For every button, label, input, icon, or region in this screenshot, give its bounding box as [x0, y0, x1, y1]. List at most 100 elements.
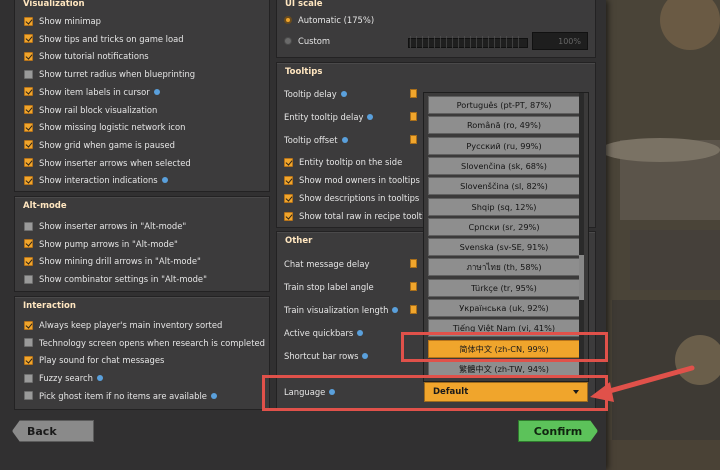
checkbox-row[interactable]: Play sound for chat messages — [24, 353, 164, 367]
checkbox-unchecked-icon[interactable] — [24, 274, 33, 284]
checkbox-row[interactable]: Entity tooltip on the side — [284, 155, 402, 169]
checkbox-label: Show rail block visualization — [39, 104, 158, 115]
checkbox-unchecked-icon[interactable] — [24, 221, 33, 231]
checkbox-checked-icon[interactable] — [24, 122, 33, 132]
checkbox-label: Always keep player's main inventory sort… — [39, 320, 223, 330]
checkbox-checked-icon[interactable] — [284, 175, 293, 185]
checkbox-checked-icon[interactable] — [24, 105, 33, 114]
chat-message-delay-label: Chat message delay — [284, 259, 370, 269]
back-button-label: Back — [27, 424, 57, 438]
radio-off-icon — [284, 37, 292, 45]
checkbox-checked-icon[interactable] — [284, 211, 293, 221]
train-stop-label-angle-slider[interactable] — [410, 282, 417, 291]
checkbox-checked-icon[interactable] — [24, 320, 33, 330]
ui-scale-custom-label: Custom — [298, 36, 331, 46]
checkbox-row[interactable]: Show inserter arrows when selected — [24, 156, 191, 170]
checkbox-row[interactable]: Show grid when game is paused — [24, 138, 175, 152]
checkbox-checked-icon[interactable] — [24, 158, 33, 168]
checkbox-checked-icon[interactable] — [24, 355, 33, 365]
confirm-button-label: Confirm — [533, 424, 583, 438]
checkbox-row[interactable]: Show rail block visualization — [24, 103, 157, 117]
language-option[interactable]: Slovenščina (sl, 82%) — [428, 177, 580, 196]
ui-scale-title: UI scale — [285, 0, 323, 9]
interaction-title: Interaction — [23, 301, 76, 311]
checkbox-checked-icon[interactable] — [284, 157, 293, 167]
language-option[interactable]: Українська (uk, 92%) — [428, 299, 580, 317]
checkbox-checked-icon[interactable] — [24, 175, 33, 185]
checkbox-row[interactable]: Always keep player's main inventory sort… — [24, 318, 222, 332]
language-option[interactable]: Svenska (sv-SE, 91%) — [428, 238, 580, 257]
checkbox-checked-icon[interactable] — [24, 256, 33, 266]
checkbox-checked-icon[interactable] — [24, 87, 33, 97]
checkbox-label: Show mod owners in tooltips — [299, 175, 420, 185]
checkbox-label: Show interaction indications — [39, 175, 158, 186]
ui-scale-custom-field[interactable]: 100% — [532, 32, 588, 50]
checkbox-row[interactable]: Show minimap — [24, 14, 101, 28]
language-option[interactable]: ภาษาไทย (th, 58%) — [428, 258, 580, 277]
ui-scale-automatic-radio[interactable]: Automatic (175%) — [284, 13, 374, 27]
checkbox-label: Show inserter arrows when selected — [39, 157, 191, 168]
checkbox-row[interactable]: Show mod owners in tooltips — [284, 173, 420, 187]
annotation-arrow-icon — [590, 365, 695, 402]
checkbox-label: Show inserter arrows in "Alt-mode" — [39, 221, 187, 231]
language-option[interactable]: Română (ro, 49%) — [428, 116, 580, 135]
language-option[interactable]: Српски (sr, 29%) — [428, 217, 580, 236]
info-icon — [153, 88, 160, 95]
checkbox-row[interactable]: Show total raw in recipe tooltips — [284, 209, 434, 223]
checkbox-unchecked-icon[interactable] — [24, 69, 33, 79]
checkbox-row[interactable]: Show interaction indications — [24, 173, 168, 187]
ui-scale-slider-ticks — [410, 36, 524, 48]
checkbox-row[interactable]: Show mining drill arrows in "Alt-mode" — [24, 254, 201, 268]
checkbox-row[interactable]: Show combinator settings in "Alt-mode" — [24, 272, 207, 286]
tooltip-offset-label: Tooltip offset — [284, 135, 348, 145]
confirm-button[interactable]: Confirm — [518, 420, 598, 442]
checkbox-unchecked-icon[interactable] — [24, 373, 33, 383]
checkbox-checked-icon[interactable] — [24, 16, 33, 26]
info-icon — [210, 392, 217, 399]
checkbox-checked-icon[interactable] — [24, 140, 33, 150]
checkbox-unchecked-icon[interactable] — [24, 391, 33, 401]
language-option[interactable]: Shqip (sq, 12%) — [428, 197, 580, 216]
checkbox-row[interactable]: Show tutorial notifications — [24, 49, 149, 63]
checkbox-checked-icon[interactable] — [284, 193, 293, 203]
tooltips-title: Tooltips — [285, 67, 323, 77]
checkbox-row[interactable]: Show item labels in cursor — [24, 85, 160, 99]
tooltip-delay-slider[interactable] — [410, 89, 417, 98]
language-option[interactable]: Türkçe (tr, 95%) — [428, 278, 580, 297]
checkbox-row[interactable]: Technology screen opens when research is… — [24, 336, 265, 350]
checkbox-label: Show tutorial notifications — [39, 51, 149, 62]
shortcut-bar-rows-label: Shortcut bar rows — [284, 351, 369, 361]
checkbox-row[interactable]: Show missing logistic network icon — [24, 120, 185, 134]
entity-tooltip-delay-slider[interactable] — [410, 112, 417, 121]
language-option[interactable]: Português (pt-PT, 87%) — [428, 96, 580, 114]
tooltip-delay-label: Tooltip delay — [284, 89, 347, 99]
highlight-box-language-option — [401, 332, 608, 362]
language-list-scrollbar-thumb[interactable] — [579, 255, 584, 300]
checkbox-row[interactable]: Pick ghost item if no items are availabl… — [24, 389, 217, 403]
info-icon — [340, 91, 347, 97]
checkbox-unchecked-icon[interactable] — [24, 338, 33, 348]
language-option[interactable]: Русский (ru, 99%) — [428, 136, 580, 155]
train-visualization-length-slider[interactable] — [410, 305, 417, 314]
checkbox-checked-icon[interactable] — [24, 51, 33, 61]
checkbox-label: Show combinator settings in "Alt-mode" — [39, 274, 207, 285]
back-button[interactable]: Back — [12, 420, 94, 442]
ui-scale-custom-radio[interactable]: Custom — [284, 34, 330, 48]
info-icon — [161, 177, 168, 184]
checkbox-checked-icon[interactable] — [24, 239, 33, 249]
language-option[interactable]: Slovenčina (sk, 68%) — [428, 156, 580, 175]
checkbox-row[interactable]: Show tips and tricks on game load — [24, 32, 184, 46]
checkbox-row[interactable]: Show inserter arrows in "Alt-mode" — [24, 219, 186, 233]
checkbox-label: Show mining drill arrows in "Alt-mode" — [39, 256, 201, 267]
checkbox-checked-icon[interactable] — [24, 34, 33, 44]
info-icon — [362, 353, 369, 359]
tooltip-offset-slider[interactable] — [410, 135, 417, 144]
train-visualization-length-label: Train visualization length — [284, 305, 399, 315]
checkbox-row[interactable]: Show descriptions in tooltips — [284, 191, 419, 205]
ui-scale-custom-value: 100% — [558, 36, 581, 46]
checkbox-label: Show pump arrows in "Alt-mode" — [39, 238, 178, 249]
checkbox-row[interactable]: Show pump arrows in "Alt-mode" — [24, 237, 178, 251]
checkbox-row[interactable]: Show turret radius when blueprinting — [24, 67, 195, 81]
checkbox-row[interactable]: Fuzzy search — [24, 371, 103, 385]
chat-message-delay-slider[interactable] — [410, 259, 417, 268]
